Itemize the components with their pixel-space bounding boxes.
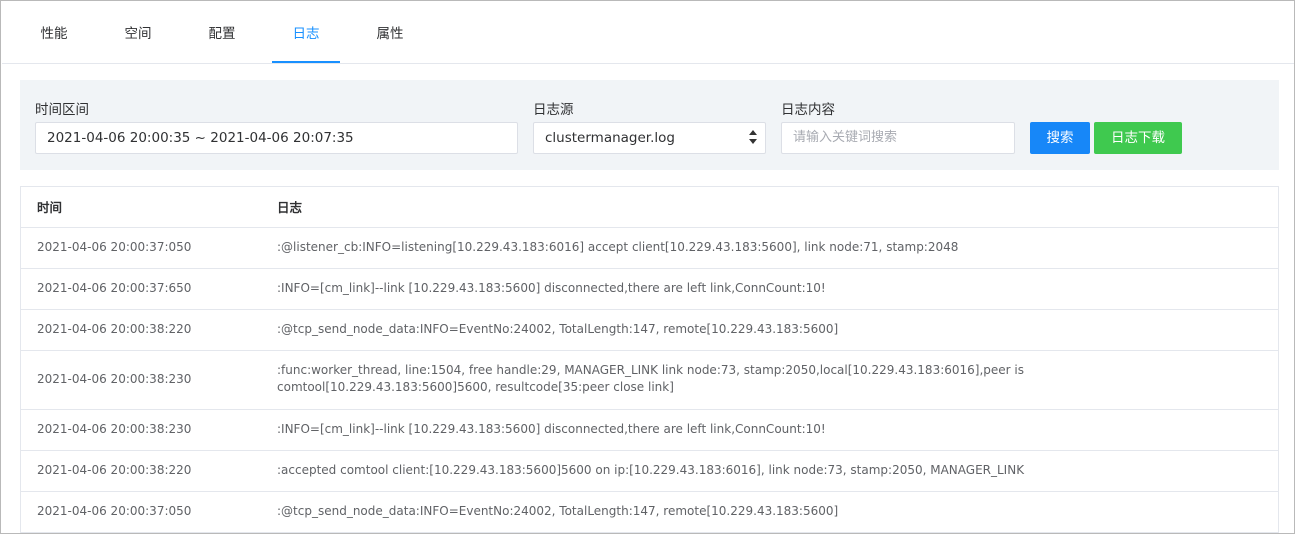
row-log: :func:worker_thread, line:1504, free han…: [277, 363, 1024, 394]
row-time: 2021-04-06 20:00:37:650: [37, 281, 192, 295]
table-row: 2021-04-06 20:00:38:220 :@tcp_send_node_…: [21, 310, 1278, 351]
row-time: 2021-04-06 20:00:38:230: [37, 372, 192, 386]
table-row: 2021-04-06 20:00:37:050 :@tcp_send_node_…: [21, 492, 1278, 533]
row-log: :INFO=[cm_link]--link [10.229.43.183:560…: [277, 422, 826, 436]
log-content-label: 日志内容: [781, 102, 835, 118]
column-header-log: 日志: [277, 200, 303, 215]
row-log: :INFO=[cm_link]--link [10.229.43.183:560…: [277, 281, 826, 295]
tab-space[interactable]: 空间: [102, 2, 174, 64]
row-log: :@tcp_send_node_data:INFO=EventNo:24002,…: [277, 322, 839, 336]
table-row: 2021-04-06 20:00:37:050 :@listener_cb:IN…: [21, 228, 1278, 269]
table-row: 2021-04-06 20:00:38:230 :func:worker_thr…: [21, 351, 1278, 410]
tab-bar: 性能 空间 配置 日志 属性: [2, 2, 1294, 64]
tab-properties[interactable]: 属性: [354, 2, 426, 64]
row-time: 2021-04-06 20:00:37:050: [37, 504, 192, 518]
log-table: 时间 日志 2021-04-06 20:00:37:050 :@listener…: [20, 186, 1279, 533]
log-panel: 性能 空间 配置 日志 属性 时间区间 2021-04-06 20:00:35 …: [0, 0, 1295, 534]
tab-config[interactable]: 配置: [186, 2, 258, 64]
active-tab-indicator: [272, 61, 340, 63]
time-range-input[interactable]: 2021-04-06 20:00:35 ~ 2021-04-06 20:07:3…: [35, 122, 518, 154]
log-source-select[interactable]: clustermanager.log: [533, 122, 766, 154]
row-log: :accepted comtool client:[10.229.43.183:…: [277, 463, 1025, 477]
table-header: 时间 日志: [21, 187, 1278, 228]
log-content-input[interactable]: 请输入关键词搜索: [781, 122, 1015, 154]
table-row: 2021-04-06 20:00:37:650 :INFO=[cm_link]-…: [21, 269, 1278, 310]
row-log: :@listener_cb:INFO=listening[10.229.43.1…: [277, 240, 959, 254]
tab-performance[interactable]: 性能: [18, 2, 90, 64]
tab-logs[interactable]: 日志: [272, 2, 340, 64]
download-log-button[interactable]: 日志下载: [1094, 122, 1182, 154]
row-time: 2021-04-06 20:00:38:220: [37, 322, 192, 336]
search-button[interactable]: 搜索: [1030, 122, 1090, 154]
row-time: 2021-04-06 20:00:37:050: [37, 240, 192, 254]
log-source-label: 日志源: [533, 102, 574, 118]
filter-panel: 时间区间 2021-04-06 20:00:35 ~ 2021-04-06 20…: [20, 80, 1279, 170]
table-row: 2021-04-06 20:00:38:230 :INFO=[cm_link]-…: [21, 410, 1278, 451]
time-range-label: 时间区间: [35, 102, 89, 118]
row-time: 2021-04-06 20:00:38:230: [37, 422, 192, 436]
log-source-value: clustermanager.log: [545, 130, 675, 146]
select-arrows-icon: [749, 130, 757, 146]
row-log: :@tcp_send_node_data:INFO=EventNo:24002,…: [277, 504, 839, 518]
table-row: 2021-04-06 20:00:38:220 :accepted comtoo…: [21, 451, 1278, 492]
row-time: 2021-04-06 20:00:38:220: [37, 463, 192, 477]
column-header-time: 时间: [37, 200, 63, 215]
